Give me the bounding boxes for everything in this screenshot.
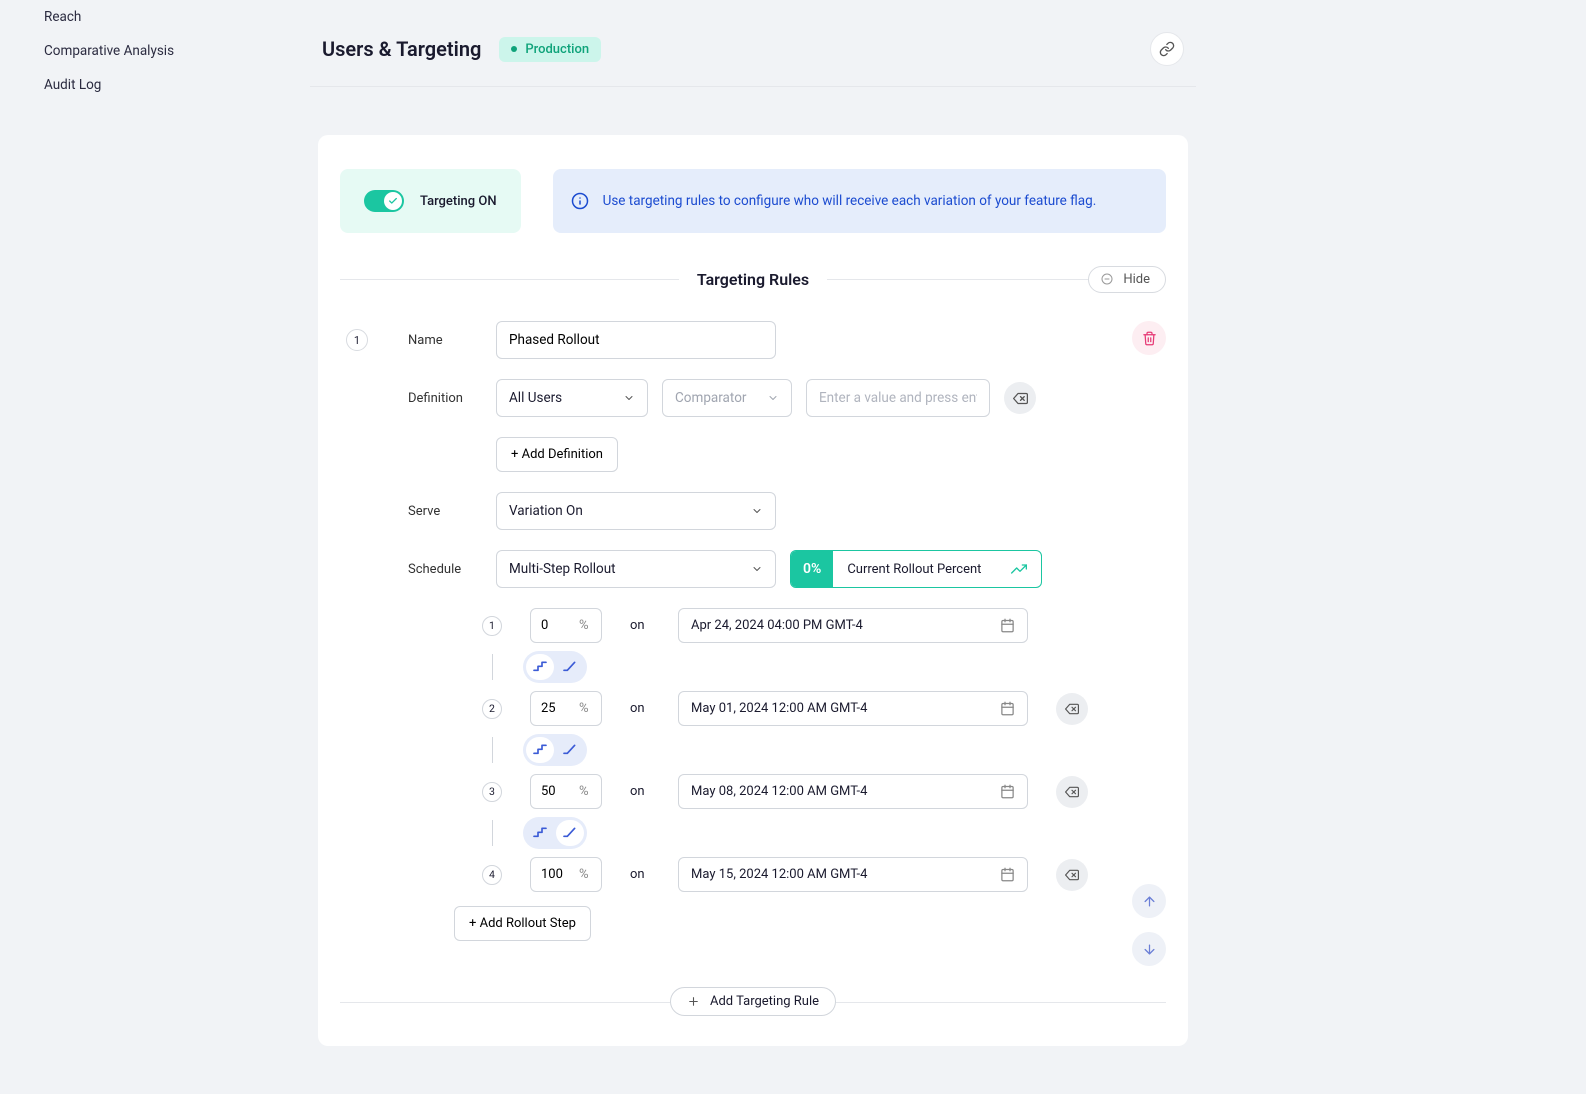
step-connector-line (492, 820, 493, 846)
definition-attribute-value: All Users (509, 390, 562, 406)
rollout-step-date-input[interactable]: Apr 24, 2024 04:00 PM GMT-4 (678, 608, 1028, 643)
on-label: on (630, 867, 650, 882)
sidebar-item-comparative-analysis[interactable]: Comparative Analysis (44, 34, 310, 68)
add-rule-label: Add Targeting Rule (710, 994, 819, 1009)
info-text: Use targeting rules to configure who wil… (603, 193, 1097, 209)
chevron-down-icon (751, 505, 763, 517)
minus-icon (1101, 273, 1113, 285)
schedule-select[interactable]: Multi-Step Rollout (496, 550, 776, 588)
backspace-icon (1065, 868, 1079, 882)
on-label: on (630, 618, 650, 633)
link-icon (1159, 41, 1175, 57)
serve-value: Variation On (509, 503, 583, 519)
targeting-toggle[interactable] (364, 190, 404, 212)
linear-shape-option[interactable] (556, 820, 584, 846)
targeting-toggle-container: Targeting ON (340, 169, 521, 233)
rule-name-input[interactable] (496, 321, 776, 359)
on-label: on (630, 701, 650, 716)
on-label: on (630, 784, 650, 799)
copy-link-button[interactable] (1150, 32, 1184, 66)
rollout-step-number: 1 (482, 616, 502, 636)
rollout-step-number: 4 (482, 865, 502, 885)
step-shape-toggle[interactable] (523, 817, 587, 849)
trend-up-icon (1011, 561, 1027, 577)
rollout-step-number: 2 (482, 699, 502, 719)
info-icon (571, 192, 589, 210)
serve-select[interactable]: Variation On (496, 492, 776, 530)
linear-shape-option[interactable] (556, 737, 584, 763)
definition-value-input[interactable] (806, 379, 990, 417)
check-icon (388, 196, 398, 206)
rollout-step-date-input[interactable]: May 08, 2024 12:00 AM GMT-4 (678, 774, 1028, 809)
step-shape-toggle[interactable] (523, 734, 587, 766)
backspace-icon (1065, 702, 1079, 716)
environment-dot-icon (511, 46, 517, 52)
rollout-step-percent-input[interactable]: % (530, 608, 602, 643)
calendar-icon (1000, 618, 1015, 633)
step-shape-option[interactable] (526, 820, 554, 846)
serve-label: Serve (408, 504, 482, 519)
move-rule-down-button[interactable] (1132, 932, 1166, 966)
current-rollout-label: Current Rollout Percent (847, 562, 981, 577)
rollout-step-date-input[interactable]: May 01, 2024 12:00 AM GMT-4 (678, 691, 1028, 726)
calendar-icon (1000, 784, 1015, 799)
environment-label: Production (525, 42, 589, 57)
add-targeting-rule-button[interactable]: Add Targeting Rule (670, 987, 836, 1016)
remove-step-button[interactable] (1056, 859, 1088, 891)
calendar-icon (1000, 701, 1015, 716)
step-shape-option[interactable] (526, 737, 554, 763)
rule-number: 1 (346, 329, 368, 351)
definition-label: Definition (408, 391, 482, 406)
chevron-down-icon (623, 392, 635, 404)
remove-step-button[interactable] (1056, 693, 1088, 725)
chevron-down-icon (767, 392, 779, 404)
info-banner: Use targeting rules to configure who wil… (553, 169, 1166, 233)
step-shape-toggle[interactable] (523, 651, 587, 683)
add-rollout-step-button[interactable]: + Add Rollout Step (454, 906, 591, 941)
current-rollout-badge: 0% Current Rollout Percent (790, 550, 1042, 588)
section-title: Targeting Rules (679, 270, 827, 289)
plus-icon (687, 995, 700, 1008)
backspace-icon (1065, 785, 1079, 799)
rollout-step-percent-input[interactable]: % (530, 857, 602, 892)
chevron-down-icon (751, 563, 763, 575)
calendar-icon (1000, 867, 1015, 882)
backspace-icon (1013, 391, 1028, 406)
remove-step-button[interactable] (1056, 776, 1088, 808)
schedule-value: Multi-Step Rollout (509, 561, 616, 577)
name-label: Name (408, 333, 482, 348)
environment-badge: Production (499, 37, 601, 62)
current-rollout-percent: 0% (791, 551, 833, 587)
step-connector-line (492, 737, 493, 763)
hide-label: Hide (1123, 272, 1150, 287)
rollout-step-date-input[interactable]: May 15, 2024 12:00 AM GMT-4 (678, 857, 1028, 892)
add-definition-button[interactable]: + Add Definition (496, 437, 618, 472)
sidebar-item-reach[interactable]: Reach (44, 0, 310, 34)
arrow-down-icon (1142, 942, 1157, 957)
trash-icon (1142, 331, 1157, 346)
page-title: Users & Targeting (322, 37, 481, 61)
clear-definition-button[interactable] (1004, 382, 1036, 414)
rollout-step-date-value: May 01, 2024 12:00 AM GMT-4 (691, 701, 867, 716)
comparator-placeholder: Comparator (675, 390, 746, 406)
rollout-step-percent-input[interactable]: % (530, 774, 602, 809)
linear-shape-option[interactable] (556, 654, 584, 680)
rollout-step-date-value: Apr 24, 2024 04:00 PM GMT-4 (691, 618, 863, 633)
arrow-up-icon (1142, 894, 1157, 909)
comparator-select[interactable]: Comparator (662, 379, 792, 417)
schedule-label: Schedule (408, 562, 482, 577)
step-shape-option[interactable] (526, 654, 554, 680)
definition-attribute-select[interactable]: All Users (496, 379, 648, 417)
delete-rule-button[interactable] (1132, 321, 1166, 355)
rollout-step-date-value: May 15, 2024 12:00 AM GMT-4 (691, 867, 867, 882)
move-rule-up-button[interactable] (1132, 884, 1166, 918)
rollout-step-number: 3 (482, 782, 502, 802)
hide-button[interactable]: Hide (1088, 266, 1166, 293)
targeting-toggle-label: Targeting ON (420, 194, 497, 209)
step-connector-line (492, 654, 493, 680)
rollout-step-percent-input[interactable]: % (530, 691, 602, 726)
sidebar-item-audit-log[interactable]: Audit Log (44, 68, 310, 102)
rollout-step-date-value: May 08, 2024 12:00 AM GMT-4 (691, 784, 867, 799)
